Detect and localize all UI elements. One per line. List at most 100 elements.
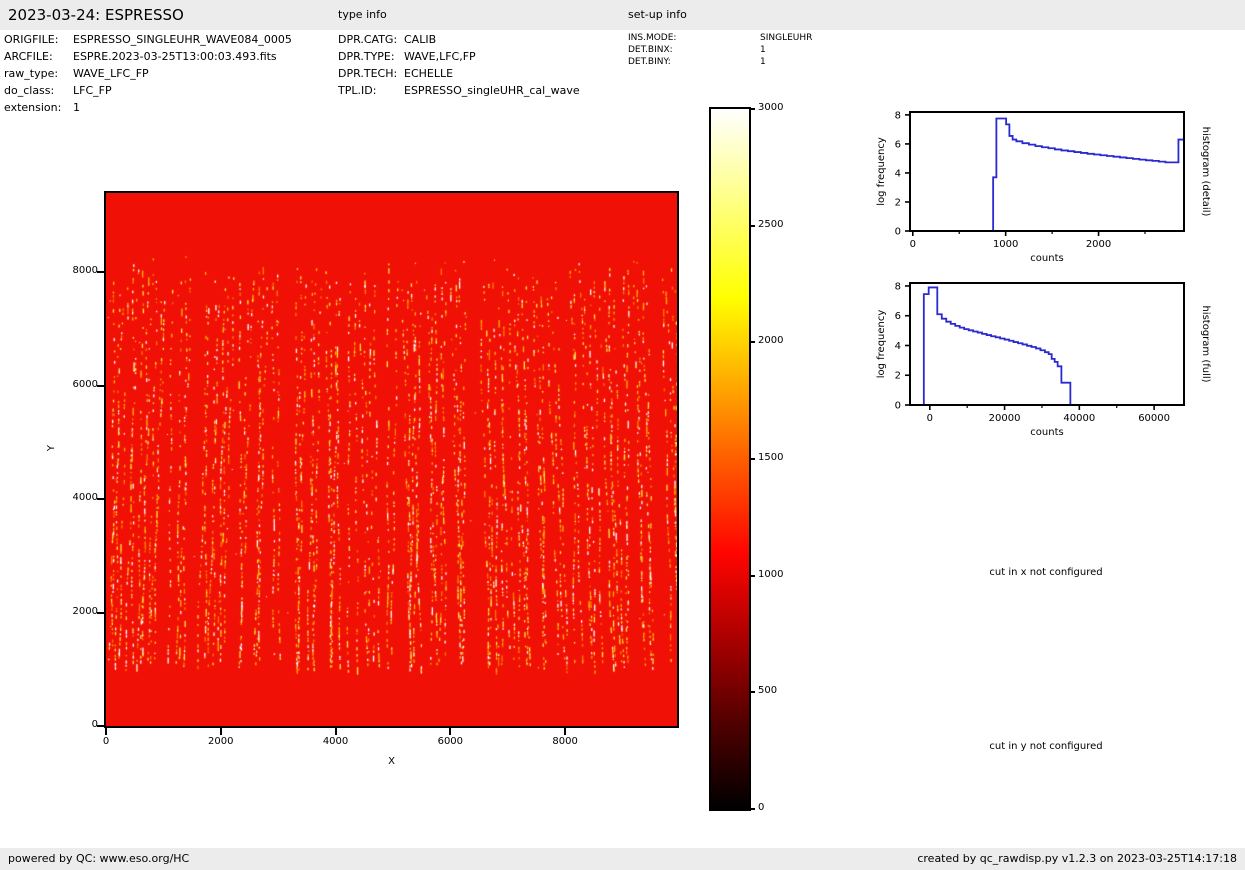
- colorbar-gradient: [711, 109, 749, 809]
- hist-full-side-label: histogram (full): [1200, 305, 1211, 382]
- raw-image-y-tick-label: 8000: [40, 265, 98, 276]
- raw-image-x-tick-label: 2000: [208, 736, 233, 747]
- setup-info-value: 1: [760, 57, 766, 68]
- colorbar-tick-label: 3000: [758, 102, 783, 113]
- hist-detail-y-tick-label: 8: [895, 110, 901, 121]
- hist-detail-axes-box: [910, 112, 1184, 231]
- hist-full-y-tick-label: 6: [895, 311, 901, 322]
- hist-full-x-tick-label: 20000: [989, 413, 1021, 424]
- hist-detail-y-tick-label: 2: [895, 197, 901, 208]
- hist-full-y-tick-label: 0: [895, 401, 901, 412]
- colorbar-tick: [749, 808, 755, 810]
- type-info-value: ESPRESSO_singleUHR_cal_wave: [404, 84, 580, 97]
- file-info-label: ARCFILE:: [4, 50, 53, 63]
- raw-image-y-tick: [97, 385, 104, 387]
- footer-right-text: created by qc_rawdisp.py v1.2.3 on 2023-…: [917, 848, 1237, 870]
- cut-in-y-note: cut in y not configured: [940, 741, 1152, 752]
- raw-image-x-tick: [335, 728, 337, 735]
- file-info-value: 1: [73, 101, 80, 114]
- colorbar-tick: [749, 341, 755, 343]
- histogram-detail-plot: 0 2 4 6 8 0 1000 2000 counts log frequency histogr…: [840, 95, 1245, 280]
- colorbar-frame: [709, 107, 751, 811]
- type-info-label: DPR.CATG:: [338, 33, 397, 46]
- colorbar-tick: [749, 691, 755, 693]
- setup-info-value: 1: [760, 45, 766, 56]
- raw-image-y-tick: [97, 498, 104, 500]
- hist-detail-y-tick-label: 4: [895, 168, 901, 179]
- hist-full-axes-box: [910, 283, 1184, 405]
- setup-info-label: DET.BINX:: [628, 45, 673, 56]
- raw-image-y-tick: [97, 725, 104, 727]
- cut-in-x-note: cut in x not configured: [940, 567, 1152, 578]
- colorbar-tick-label: 1000: [758, 569, 783, 580]
- hist-full-x-tick-label: 60000: [1138, 413, 1170, 424]
- colorbar-tick: [749, 458, 755, 460]
- raw-image-y-tick-label: 2000: [40, 606, 98, 617]
- hist-detail-y-tick-label: 6: [895, 139, 901, 150]
- hist-detail-x-tick-label: 2000: [1086, 239, 1111, 250]
- footer-left-text: powered by QC: www.eso.org/HC: [8, 848, 189, 870]
- setup-info-label: DET.BINY:: [628, 57, 671, 68]
- raw-image-y-tick-label: 0: [40, 719, 98, 730]
- raw-image-x-tick: [449, 728, 451, 735]
- colorbar-tick-label: 2000: [758, 335, 783, 346]
- colorbar-tick: [749, 108, 755, 110]
- hist-detail-x-tick-label: 1000: [993, 239, 1018, 250]
- colorbar-tick: [749, 575, 755, 577]
- setup-info-label: INS.MODE:: [628, 33, 676, 44]
- raw-image-x-tick: [105, 728, 107, 735]
- setup-info-value: SINGLEUHR: [760, 33, 812, 44]
- type-info-label: DPR.TYPE:: [338, 50, 395, 63]
- raw-image-x-tick: [220, 728, 222, 735]
- raw-image-y-tick-label: 4000: [40, 492, 98, 503]
- file-info-label: do_class:: [4, 84, 54, 97]
- type-info-value: CALIB: [404, 33, 436, 46]
- histogram-full-plot: 024680200004000060000countslog frequency…: [840, 268, 1245, 455]
- file-info-label: extension:: [4, 101, 61, 114]
- top-bar: 2023-03-24: ESPRESSO type info set-up in…: [0, 0, 1245, 30]
- raw-image-canvas: [106, 193, 677, 726]
- hist-full-x-tick-label: 0: [927, 413, 933, 424]
- raw-image-y-tick: [97, 271, 104, 273]
- raw-image-y-tick: [97, 612, 104, 614]
- colorbar-tick-label: 500: [758, 685, 777, 696]
- raw-image-y-axis-label: Y: [46, 445, 57, 451]
- hist-detail-curve: [910, 119, 1184, 231]
- colorbar-tick-label: 2500: [758, 219, 783, 230]
- hist-detail-y-axis-label: log frequency: [876, 137, 887, 206]
- file-info-label: raw_type:: [4, 67, 58, 80]
- file-info-value: ESPRE.2023-03-25T13:00:03.493.fits: [73, 50, 277, 63]
- type-info-value: ECHELLE: [404, 67, 453, 80]
- hist-detail-x-tick-label: 0: [910, 239, 916, 250]
- page-title: 2023-03-24: ESPRESSO: [8, 0, 184, 30]
- raw-image-x-tick-label: 4000: [323, 736, 348, 747]
- hist-full-curve: [910, 287, 1184, 405]
- raw-image-y-tick-label: 6000: [40, 379, 98, 390]
- file-info-value: WAVE_LFC_FP: [73, 67, 149, 80]
- type-info-value: WAVE,LFC,FP: [404, 50, 476, 63]
- hist-detail-x-axis-label: counts: [1030, 253, 1063, 264]
- hist-full-y-tick-label: 2: [895, 371, 901, 382]
- setup-info-heading: set-up info: [628, 0, 687, 30]
- colorbar-tick-label: 1500: [758, 452, 783, 463]
- raw-image-frame: [104, 191, 679, 728]
- raw-image-x-tick-label: 6000: [438, 736, 463, 747]
- type-info-heading: type info: [338, 0, 387, 30]
- type-info-label: DPR.TECH:: [338, 67, 397, 80]
- type-info-label: TPL.ID:: [338, 84, 376, 97]
- hist-full-x-axis-label: counts: [1030, 427, 1063, 438]
- hist-full-y-tick-label: 8: [895, 281, 901, 292]
- hist-detail-side-label: histogram (detail): [1200, 127, 1211, 217]
- file-info-value: ESPRESSO_SINGLEUHR_WAVE084_0005: [73, 33, 292, 46]
- hist-full-y-tick-label: 4: [895, 341, 901, 352]
- raw-image-x-tick-label: 0: [103, 736, 109, 747]
- file-info-label: ORIGFILE:: [4, 33, 58, 46]
- hist-full-x-tick-label: 40000: [1063, 413, 1095, 424]
- raw-image-x-tick: [564, 728, 566, 735]
- qc-report-page: 2023-03-24: ESPRESSO type info set-up in…: [0, 0, 1245, 870]
- footer-bar: powered by QC: www.eso.org/HC created by…: [0, 848, 1245, 870]
- hist-detail-y-tick-label: 0: [895, 227, 901, 238]
- raw-image-x-tick-label: 8000: [552, 736, 577, 747]
- file-info-value: LFC_FP: [73, 84, 112, 97]
- colorbar-tick: [749, 225, 755, 227]
